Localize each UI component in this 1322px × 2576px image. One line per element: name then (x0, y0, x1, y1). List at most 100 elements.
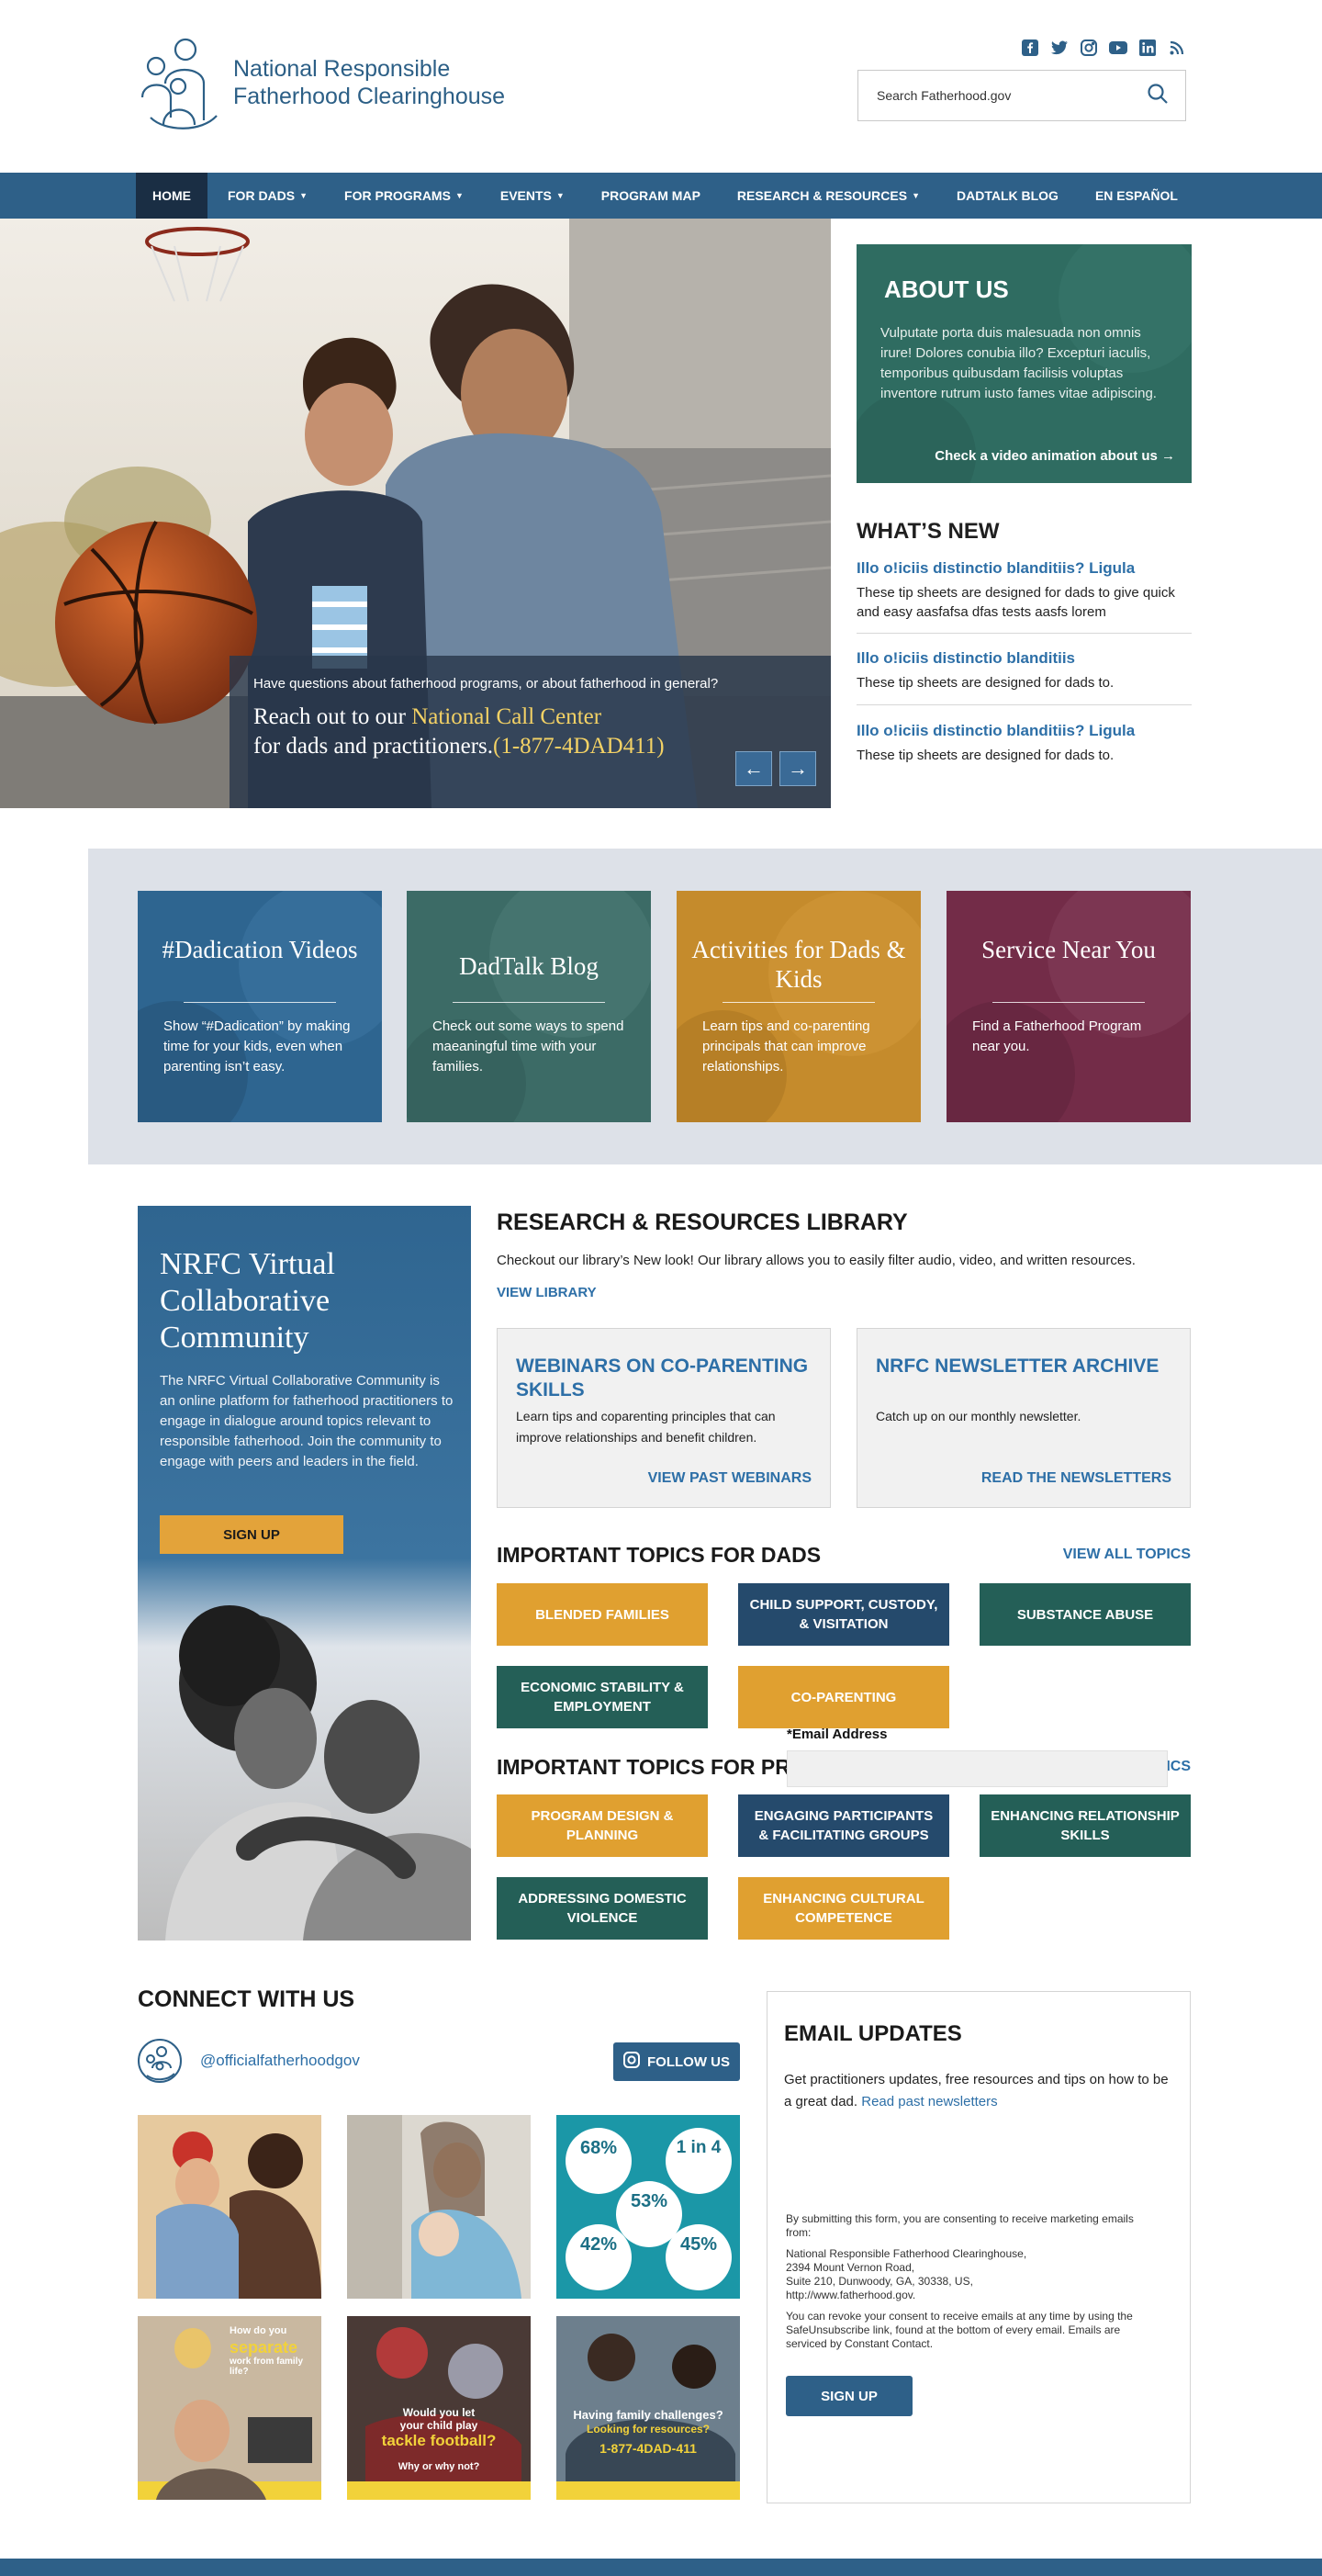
nav-item-dadtalk-blog[interactable]: DADTALK BLOG (940, 173, 1075, 219)
instagram-handle[interactable]: @officialfatherhoodgov (200, 2052, 360, 2070)
feature-card-activities[interactable]: Activities for Dads & Kids Learn tips an… (677, 891, 921, 1122)
instagram-post[interactable] (138, 2115, 321, 2299)
feature-card-dadtalk-blog[interactable]: DadTalk Blog Check out some ways to spen… (407, 891, 651, 1122)
email-address-input[interactable] (787, 1750, 1168, 1787)
virtual-signup-button[interactable]: SIGN UP (160, 1515, 343, 1554)
nav-item-program-map[interactable]: PROGRAM MAP (585, 173, 717, 219)
nav-label: RESEARCH & RESOURCES (736, 188, 908, 203)
view-past-webinars-link[interactable]: VIEW PAST WEBINARS (648, 1470, 812, 1487)
address-line: Suite 210, Dunwoody, GA, 30338, US, (786, 2275, 973, 2288)
library-card-title[interactable]: NRFC NEWSLETTER ARCHIVE (876, 1355, 1171, 1378)
youtube-icon[interactable] (1109, 39, 1127, 57)
linkedin-icon[interactable] (1138, 39, 1157, 57)
divider (857, 704, 1192, 705)
virtual-community-panel: NRFC Virtual Collaborative Community The… (138, 1206, 471, 1940)
about-video-link[interactable]: Check a video animation about us → (935, 448, 1175, 464)
nav-label: FOR DADS (228, 188, 296, 203)
news-item-title[interactable]: Illo o!iciis distinctio blanditiis? Ligu… (857, 559, 1192, 578)
news-item-desc: These tip sheets are designed for dads t… (857, 585, 1175, 620)
caret-down-icon: ▼ (299, 191, 308, 200)
call-center-question: Have questions about fatherhood programs… (253, 676, 719, 692)
topic-tile-cultural-competence[interactable]: ENHANCING CULTURAL COMPETENCE (738, 1877, 949, 1940)
nav-item-home[interactable]: HOME (136, 173, 207, 219)
topic-tile-substance-abuse[interactable]: SUBSTANCE ABUSE (980, 1583, 1191, 1646)
search-icon[interactable] (1147, 83, 1169, 109)
email-address-label: *Email Address (787, 1727, 888, 1742)
instagram-post[interactable]: How do you separate work from family lif… (138, 2316, 321, 2500)
view-all-topics-link-2[interactable]: ICS (1166, 1759, 1191, 1775)
view-all-topics-link[interactable]: VIEW ALL TOPICS (1063, 1547, 1191, 1563)
virtual-community-title: NRFC Virtual Collaborative Community (160, 1247, 335, 1355)
news-item: Illo o!iciis distinctio blanditiis These… (857, 649, 1192, 692)
nav-item-en-espanol[interactable]: EN ESPAÑOL (1079, 173, 1194, 219)
instagram-post[interactable]: Would you let your child play tackle foo… (347, 2316, 531, 2500)
revoke-text: You can revoke your consent to receive e… (786, 2310, 1133, 2350)
nav-label: DADTALK BLOG (956, 188, 1059, 203)
topic-tile-relationship-skills[interactable]: ENHANCING RELATIONSHIP SKILLS (980, 1794, 1191, 1857)
logo-icon[interactable] (138, 33, 222, 134)
news-item-title[interactable]: Illo o!iciis distinctio blanditiis (857, 649, 1192, 668)
news-item-title[interactable]: Illo o!iciis distinctio blanditiis? Ligu… (857, 722, 1192, 740)
feature-card-desc: Check out some ways to spend maeaningful… (432, 1018, 624, 1074)
instagram-icon[interactable] (1080, 39, 1098, 57)
divider (184, 1002, 336, 1003)
nav-item-events[interactable]: EVENTS ▼ (484, 173, 581, 219)
topic-tile-blended-families[interactable]: BLENDED FAMILIES (497, 1583, 708, 1646)
feature-card-title: Activities for Dads & Kids (691, 936, 906, 993)
instagram-post[interactable] (347, 2115, 531, 2299)
nav-item-research-resources[interactable]: RESEARCH & RESOURCES ▼ (721, 173, 936, 219)
topic-tile-program-design[interactable]: PROGRAM DESIGN & PLANNING (497, 1794, 708, 1857)
call-center-link[interactable]: National Call Center (411, 704, 601, 729)
address-line: National Responsible Fatherhood Clearing… (786, 2247, 1027, 2260)
read-newsletters-link[interactable]: READ THE NEWSLETTERS (981, 1470, 1171, 1487)
library-card-desc: Learn tips and coparenting principles th… (516, 1409, 776, 1445)
about-us-panel: ABOUT US Vulputate porta duis malesuada … (857, 244, 1192, 483)
topic-tile-engaging-participants[interactable]: ENGAGING PARTICIPANTS & FACILITATING GRO… (738, 1794, 949, 1857)
feature-card-dadication[interactable]: #Dadication Videos Show “#Dadication” by… (138, 891, 382, 1122)
nav-item-for-programs[interactable]: FOR PROGRAMS ▼ (328, 173, 480, 219)
topic-tile-co-parenting[interactable]: CO-PARENTING (738, 1666, 949, 1728)
main-nav: HOME FOR DADS ▼ FOR PROGRAMS ▼ EVENTS ▼ PRO… (0, 173, 1322, 219)
post-text: Would you let (402, 2406, 476, 2419)
site-title-line2: Fatherhood Clearinghouse (233, 84, 506, 109)
divider (992, 1002, 1145, 1003)
stat-value: 53% (630, 2191, 668, 2211)
follow-us-button[interactable]: FOLLOW US (613, 2042, 740, 2081)
news-item: Illo o!iciis distinctio blanditiis? Ligu… (857, 722, 1192, 765)
feature-card-title: DadTalk Blog (459, 952, 599, 980)
feature-card-desc: Show “#Dadication” by making time for yo… (163, 1018, 351, 1074)
stat-value: 68% (579, 2138, 618, 2158)
post-text: Having family challenges? (573, 2408, 723, 2422)
facebook-icon[interactable] (1021, 39, 1039, 57)
instagram-post[interactable]: Having family challenges? Looking for re… (556, 2316, 740, 2500)
post-text: Why or why not? (398, 2461, 480, 2472)
caret-down-icon: ▼ (555, 191, 565, 200)
site-title[interactable]: National Responsible Fatherhood Clearing… (233, 55, 505, 110)
carousel-next-button[interactable]: → (779, 751, 816, 786)
caret-down-icon: ▼ (912, 191, 920, 200)
past-newsletters-link[interactable]: Read past newsletters (861, 2094, 997, 2109)
call-center-phone[interactable]: (1-877-4DAD411) (493, 734, 665, 759)
topic-tile-child-support[interactable]: CHILD SUPPORT, CUSTODY, & VISITATION (738, 1583, 949, 1646)
topic-tile-economic-stability[interactable]: ECONOMIC STABILITY & EMPLOYMENT (497, 1666, 708, 1728)
feature-card-service-near-you[interactable]: Service Near You Find a Fatherhood Progr… (947, 891, 1191, 1122)
search-input[interactable] (877, 88, 1147, 103)
carousel-prev-button[interactable]: ← (735, 751, 772, 786)
site-title-line1: National Responsible (233, 56, 451, 82)
avatar[interactable] (138, 2039, 182, 2083)
post-text: tackle football? (381, 2432, 497, 2449)
topic-tile-domestic-violence[interactable]: ADDRESSING DOMESTIC VIOLENCE (497, 1877, 708, 1940)
instagram-post-stats[interactable]: 68% 1 in 4 53% 42% 45% (556, 2115, 740, 2299)
divider (857, 633, 1192, 634)
email-signup-button[interactable]: SIGN UP (786, 2376, 913, 2416)
divider (453, 1002, 605, 1003)
nav-item-for-dads[interactable]: FOR DADS ▼ (211, 173, 324, 219)
view-library-link[interactable]: VIEW LIBRARY (497, 1285, 597, 1300)
library-card-title[interactable]: WEBINARS ON CO-PARENTING SKILLS (516, 1355, 812, 1402)
stat-value: 45% (679, 2234, 718, 2255)
rss-icon[interactable] (1168, 39, 1186, 57)
twitter-icon[interactable] (1050, 39, 1069, 57)
feature-card-desc: Learn tips and co-parenting principals t… (702, 1018, 870, 1074)
email-updates-panel: EMAIL UPDATES Get practitioners updates,… (767, 1991, 1191, 2503)
address-line: 2394 Mount Vernon Road, (786, 2261, 915, 2274)
